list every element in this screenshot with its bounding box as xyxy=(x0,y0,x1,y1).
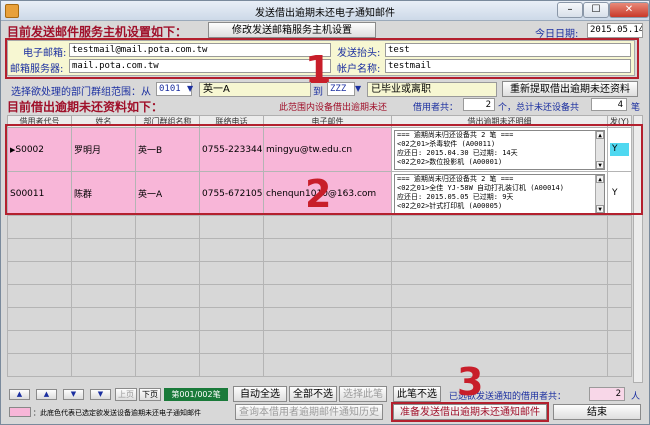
prev-record-icon[interactable]: ▲ xyxy=(36,389,57,400)
next-record-icon[interactable]: ▼ xyxy=(63,389,84,400)
minimize-button[interactable]: – xyxy=(557,2,583,18)
select-this-button[interactable]: 选择此笔 xyxy=(339,386,387,402)
app-window: 发送借出逾期未还电子通知邮件 – ☐ ✕ 目前发送邮件服务主机设置如下： 修改发… xyxy=(0,0,650,425)
history-button[interactable]: 查询本借用者逾期邮件通知历史 xyxy=(235,404,383,420)
next-page-button[interactable]: 下页 xyxy=(139,388,161,401)
scope-text: 此范围内设备借出逾期未还 xyxy=(279,103,388,113)
to-group-code[interactable]: ZZZ xyxy=(327,82,355,96)
deselect-this-button[interactable]: 此笔不选 xyxy=(393,386,441,402)
prev-page-button[interactable]: 上页 xyxy=(115,388,137,401)
empty-row xyxy=(7,353,632,377)
empty-row xyxy=(7,261,632,285)
legend-text: ：此底色代表已选定欲发送设备逾期未还电子通知邮件 xyxy=(33,409,201,417)
borrowers-count: 2 xyxy=(463,98,495,111)
empty-row xyxy=(7,307,632,331)
close-window-button[interactable]: ✕ xyxy=(609,2,649,18)
callout-box-3 xyxy=(391,402,549,422)
close-form-button[interactable]: 结束 xyxy=(553,404,641,420)
from-dropdown-icon[interactable]: ▼ xyxy=(187,82,197,96)
edit-mail-server-button[interactable]: 修改发送邮箱服务主机设置 xyxy=(208,22,376,38)
list-heading: 目前借出逾期未还资料如下： xyxy=(7,100,164,114)
refresh-overdue-button[interactable]: 重新提取借出逾期未还资料 xyxy=(502,81,638,97)
to-dropdown-icon[interactable]: ▼ xyxy=(355,82,365,96)
legend-swatch xyxy=(9,407,31,417)
from-group-name: 英一A xyxy=(199,82,311,97)
recipients-unit: 人 xyxy=(631,392,641,402)
empty-row xyxy=(7,215,632,239)
range-label: 选择欲处理的部门群组范围：从 xyxy=(11,87,151,98)
mid-text: 个，总计未还设备共 xyxy=(498,103,580,113)
maximize-button[interactable]: ☐ xyxy=(583,2,609,18)
items-count: 4 xyxy=(591,98,627,111)
empty-row xyxy=(7,284,632,308)
date-field: 2015.05.14 xyxy=(587,23,643,38)
last-record-icon[interactable]: ▼ xyxy=(90,389,111,400)
first-record-icon[interactable]: ▲ xyxy=(9,389,30,400)
callout-number-2: 2 xyxy=(305,172,332,216)
items-unit: 笔 xyxy=(631,103,641,113)
empty-row xyxy=(7,330,632,354)
recipients-count: 2 xyxy=(589,387,625,401)
window-title: 发送借出逾期未还电子通知邮件 xyxy=(255,8,395,19)
borrowers-label: 借用者共： xyxy=(413,103,459,113)
auto-select-all-button[interactable]: 自动全选 xyxy=(233,386,287,402)
record-counter: 第001/002笔 xyxy=(164,388,228,401)
title-bar: 发送借出逾期未还电子通知邮件 – ☐ ✕ xyxy=(1,1,649,21)
deselect-all-button[interactable]: 全部不选 xyxy=(289,386,337,402)
to-group-name: 已毕业或离职 xyxy=(367,82,497,97)
callout-number-3: 3 xyxy=(457,360,484,404)
empty-row xyxy=(7,238,632,262)
to-label: 到 xyxy=(313,87,323,98)
